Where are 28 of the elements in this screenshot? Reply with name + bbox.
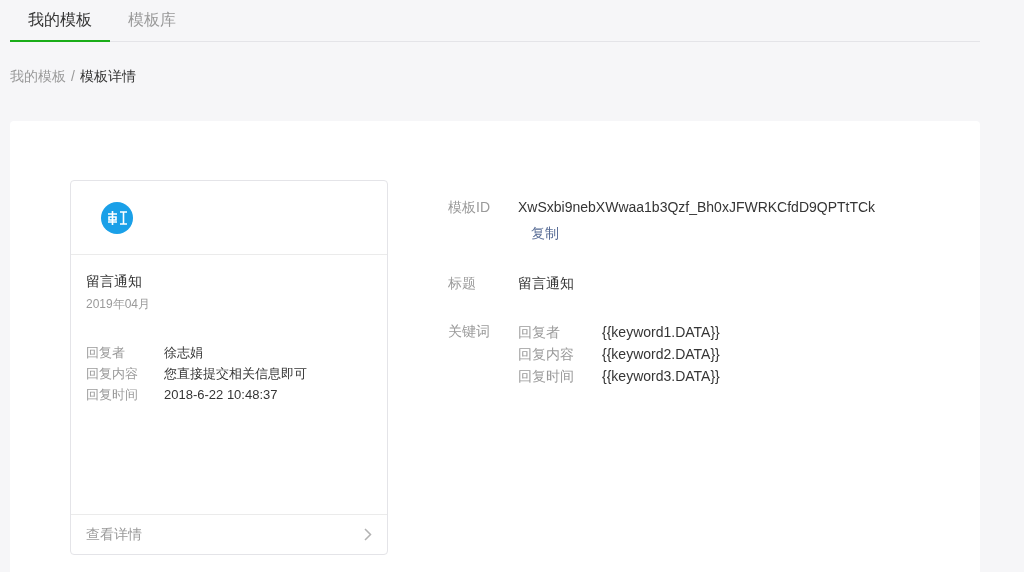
tab[interactable]: 我的模板 <box>10 0 110 42</box>
field-label: 关键词 <box>448 322 491 341</box>
field-value: 徐志娟 <box>164 344 203 362</box>
field-label: 标题 <box>448 274 477 293</box>
field-value: 2018-6-22 10:48:37 <box>164 386 278 404</box>
card-title: 留言通知 <box>86 272 143 291</box>
card-date: 2019年04月 <box>86 296 152 313</box>
chevron-right-icon <box>364 528 372 541</box>
keyword-value: {{keyword3.DATA}} <box>602 367 720 386</box>
field-label: 回复者 <box>86 344 126 362</box>
field-value: 留言通知 <box>518 274 574 293</box>
keyword-value: {{keyword1.DATA}} <box>602 323 720 342</box>
field-label: 回复内容 <box>86 365 139 383</box>
keyword-name: 回复者 <box>518 323 561 342</box>
template-id: XwSxbi9nebXWwaa1b3Qzf_Bh0xJFWRKCfdD9QPTtTCk <box>518 198 876 217</box>
breadcrumb-link[interactable]: 我的模板 <box>10 66 66 87</box>
keyword-name: 回复内容 <box>518 345 575 364</box>
copy-link[interactable]: 复制 <box>531 223 559 244</box>
logo-icon <box>101 201 133 234</box>
field-label: 模板ID <box>448 198 491 217</box>
view-details-link[interactable]: 查看详情 <box>71 514 387 554</box>
breadcrumb-current: 模板详情 <box>79 67 136 86</box>
breadcrumb-separator: / <box>71 67 75 86</box>
keyword-value: {{keyword2.DATA}} <box>602 345 720 364</box>
field-value: 您直接提交相关信息即可 <box>164 365 307 383</box>
field-label: 回复时间 <box>86 386 139 404</box>
tab[interactable]: 模板库 <box>110 0 194 42</box>
keyword-name: 回复时间 <box>518 367 575 386</box>
